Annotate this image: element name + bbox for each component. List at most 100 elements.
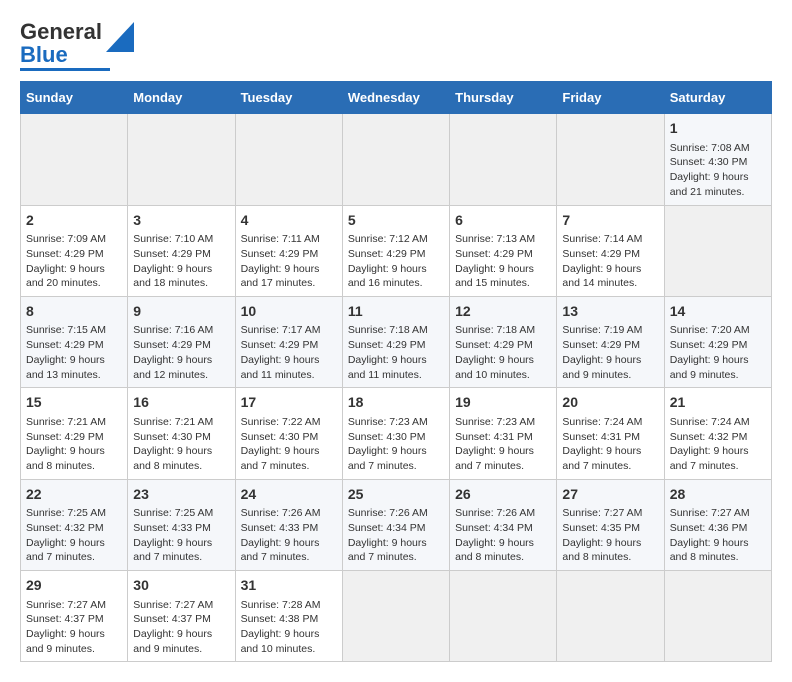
page-header: General Blue: [20, 20, 772, 71]
day-number: 6: [455, 211, 551, 231]
day-info: Sunrise: 7:27 AMSunset: 4:37 PMDaylight:…: [26, 598, 122, 657]
calendar-cell: 28 Sunrise: 7:27 AMSunset: 4:36 PMDaylig…: [664, 479, 771, 570]
day-info: Sunrise: 7:12 AMSunset: 4:29 PMDaylight:…: [348, 232, 444, 291]
calendar-cell: 12 Sunrise: 7:18 AMSunset: 4:29 PMDaylig…: [450, 296, 557, 387]
day-number: 11: [348, 302, 444, 322]
day-number: 22: [26, 485, 122, 505]
empty-cell: [128, 114, 235, 205]
calendar-row: 2 Sunrise: 7:09 AMSunset: 4:29 PMDayligh…: [21, 205, 772, 296]
calendar-row: 8 Sunrise: 7:15 AMSunset: 4:29 PMDayligh…: [21, 296, 772, 387]
logo: General Blue: [20, 20, 134, 71]
day-number: 19: [455, 393, 551, 413]
calendar-cell: 14 Sunrise: 7:20 AMSunset: 4:29 PMDaylig…: [664, 296, 771, 387]
day-info: Sunrise: 7:09 AMSunset: 4:29 PMDaylight:…: [26, 232, 122, 291]
day-info: Sunrise: 7:24 AMSunset: 4:31 PMDaylight:…: [562, 415, 658, 474]
header-monday: Monday: [128, 82, 235, 114]
day-info: Sunrise: 7:21 AMSunset: 4:29 PMDaylight:…: [26, 415, 122, 474]
header-thursday: Thursday: [450, 82, 557, 114]
calendar-cell: 1 Sunrise: 7:08 AMSunset: 4:30 PMDayligh…: [664, 114, 771, 205]
calendar-cell: 10 Sunrise: 7:17 AMSunset: 4:29 PMDaylig…: [235, 296, 342, 387]
day-info: Sunrise: 7:08 AMSunset: 4:30 PMDaylight:…: [670, 141, 766, 200]
calendar-row: 15 Sunrise: 7:21 AMSunset: 4:29 PMDaylig…: [21, 388, 772, 479]
day-number: 14: [670, 302, 766, 322]
header-wednesday: Wednesday: [342, 82, 449, 114]
calendar-cell: 5 Sunrise: 7:12 AMSunset: 4:29 PMDayligh…: [342, 205, 449, 296]
day-info: Sunrise: 7:16 AMSunset: 4:29 PMDaylight:…: [133, 323, 229, 382]
day-info: Sunrise: 7:20 AMSunset: 4:29 PMDaylight:…: [670, 323, 766, 382]
day-info: Sunrise: 7:14 AMSunset: 4:29 PMDaylight:…: [562, 232, 658, 291]
day-number: 26: [455, 485, 551, 505]
day-number: 17: [241, 393, 337, 413]
calendar-cell: 26 Sunrise: 7:26 AMSunset: 4:34 PMDaylig…: [450, 479, 557, 570]
day-number: 13: [562, 302, 658, 322]
day-info: Sunrise: 7:27 AMSunset: 4:36 PMDaylight:…: [670, 506, 766, 565]
day-info: Sunrise: 7:27 AMSunset: 4:37 PMDaylight:…: [133, 598, 229, 657]
calendar-cell: [557, 570, 664, 661]
day-number: 30: [133, 576, 229, 596]
day-info: Sunrise: 7:26 AMSunset: 4:34 PMDaylight:…: [455, 506, 551, 565]
calendar-cell: 3 Sunrise: 7:10 AMSunset: 4:29 PMDayligh…: [128, 205, 235, 296]
calendar-cell: 30 Sunrise: 7:27 AMSunset: 4:37 PMDaylig…: [128, 570, 235, 661]
calendar-row: 22 Sunrise: 7:25 AMSunset: 4:32 PMDaylig…: [21, 479, 772, 570]
calendar-cell: 29 Sunrise: 7:27 AMSunset: 4:37 PMDaylig…: [21, 570, 128, 661]
calendar-cell: [664, 570, 771, 661]
day-info: Sunrise: 7:24 AMSunset: 4:32 PMDaylight:…: [670, 415, 766, 474]
day-info: Sunrise: 7:18 AMSunset: 4:29 PMDaylight:…: [348, 323, 444, 382]
day-number: 3: [133, 211, 229, 231]
header-tuesday: Tuesday: [235, 82, 342, 114]
calendar-cell: 17 Sunrise: 7:22 AMSunset: 4:30 PMDaylig…: [235, 388, 342, 479]
day-info: Sunrise: 7:11 AMSunset: 4:29 PMDaylight:…: [241, 232, 337, 291]
logo-blue: Blue: [20, 42, 68, 67]
day-info: Sunrise: 7:21 AMSunset: 4:30 PMDaylight:…: [133, 415, 229, 474]
day-number: 4: [241, 211, 337, 231]
calendar-cell: 9 Sunrise: 7:16 AMSunset: 4:29 PMDayligh…: [128, 296, 235, 387]
calendar-cell: 4 Sunrise: 7:11 AMSunset: 4:29 PMDayligh…: [235, 205, 342, 296]
calendar-cell: 22 Sunrise: 7:25 AMSunset: 4:32 PMDaylig…: [21, 479, 128, 570]
calendar-row: 1 Sunrise: 7:08 AMSunset: 4:30 PMDayligh…: [21, 114, 772, 205]
day-number: 27: [562, 485, 658, 505]
day-number: 28: [670, 485, 766, 505]
calendar-cell: 20 Sunrise: 7:24 AMSunset: 4:31 PMDaylig…: [557, 388, 664, 479]
logo-icon: [106, 22, 134, 52]
day-number: 1: [670, 119, 766, 139]
day-number: 10: [241, 302, 337, 322]
day-number: 21: [670, 393, 766, 413]
day-info: Sunrise: 7:28 AMSunset: 4:38 PMDaylight:…: [241, 598, 337, 657]
header-saturday: Saturday: [664, 82, 771, 114]
day-number: 29: [26, 576, 122, 596]
day-number: 18: [348, 393, 444, 413]
calendar-cell: 27 Sunrise: 7:27 AMSunset: 4:35 PMDaylig…: [557, 479, 664, 570]
calendar-cell: 23 Sunrise: 7:25 AMSunset: 4:33 PMDaylig…: [128, 479, 235, 570]
calendar-cell: 21 Sunrise: 7:24 AMSunset: 4:32 PMDaylig…: [664, 388, 771, 479]
day-number: 9: [133, 302, 229, 322]
calendar-cell: 15 Sunrise: 7:21 AMSunset: 4:29 PMDaylig…: [21, 388, 128, 479]
empty-cell: [557, 114, 664, 205]
day-info: Sunrise: 7:10 AMSunset: 4:29 PMDaylight:…: [133, 232, 229, 291]
calendar-cell: [342, 570, 449, 661]
empty-cell: [342, 114, 449, 205]
calendar-header: SundayMondayTuesdayWednesdayThursdayFrid…: [21, 82, 772, 114]
calendar-cell: 8 Sunrise: 7:15 AMSunset: 4:29 PMDayligh…: [21, 296, 128, 387]
day-number: 2: [26, 211, 122, 231]
calendar-body: 1 Sunrise: 7:08 AMSunset: 4:30 PMDayligh…: [21, 114, 772, 662]
calendar-cell: 25 Sunrise: 7:26 AMSunset: 4:34 PMDaylig…: [342, 479, 449, 570]
day-info: Sunrise: 7:19 AMSunset: 4:29 PMDaylight:…: [562, 323, 658, 382]
calendar-cell: 16 Sunrise: 7:21 AMSunset: 4:30 PMDaylig…: [128, 388, 235, 479]
empty-cell: [235, 114, 342, 205]
day-info: Sunrise: 7:23 AMSunset: 4:31 PMDaylight:…: [455, 415, 551, 474]
day-number: 24: [241, 485, 337, 505]
day-info: Sunrise: 7:25 AMSunset: 4:32 PMDaylight:…: [26, 506, 122, 565]
calendar-cell: 7 Sunrise: 7:14 AMSunset: 4:29 PMDayligh…: [557, 205, 664, 296]
day-info: Sunrise: 7:23 AMSunset: 4:30 PMDaylight:…: [348, 415, 444, 474]
day-info: Sunrise: 7:26 AMSunset: 4:33 PMDaylight:…: [241, 506, 337, 565]
day-info: Sunrise: 7:13 AMSunset: 4:29 PMDaylight:…: [455, 232, 551, 291]
empty-cell: [450, 114, 557, 205]
day-number: 20: [562, 393, 658, 413]
day-info: Sunrise: 7:18 AMSunset: 4:29 PMDaylight:…: [455, 323, 551, 382]
day-number: 15: [26, 393, 122, 413]
day-number: 31: [241, 576, 337, 596]
day-info: Sunrise: 7:17 AMSunset: 4:29 PMDaylight:…: [241, 323, 337, 382]
day-info: Sunrise: 7:25 AMSunset: 4:33 PMDaylight:…: [133, 506, 229, 565]
day-info: Sunrise: 7:26 AMSunset: 4:34 PMDaylight:…: [348, 506, 444, 565]
header-friday: Friday: [557, 82, 664, 114]
